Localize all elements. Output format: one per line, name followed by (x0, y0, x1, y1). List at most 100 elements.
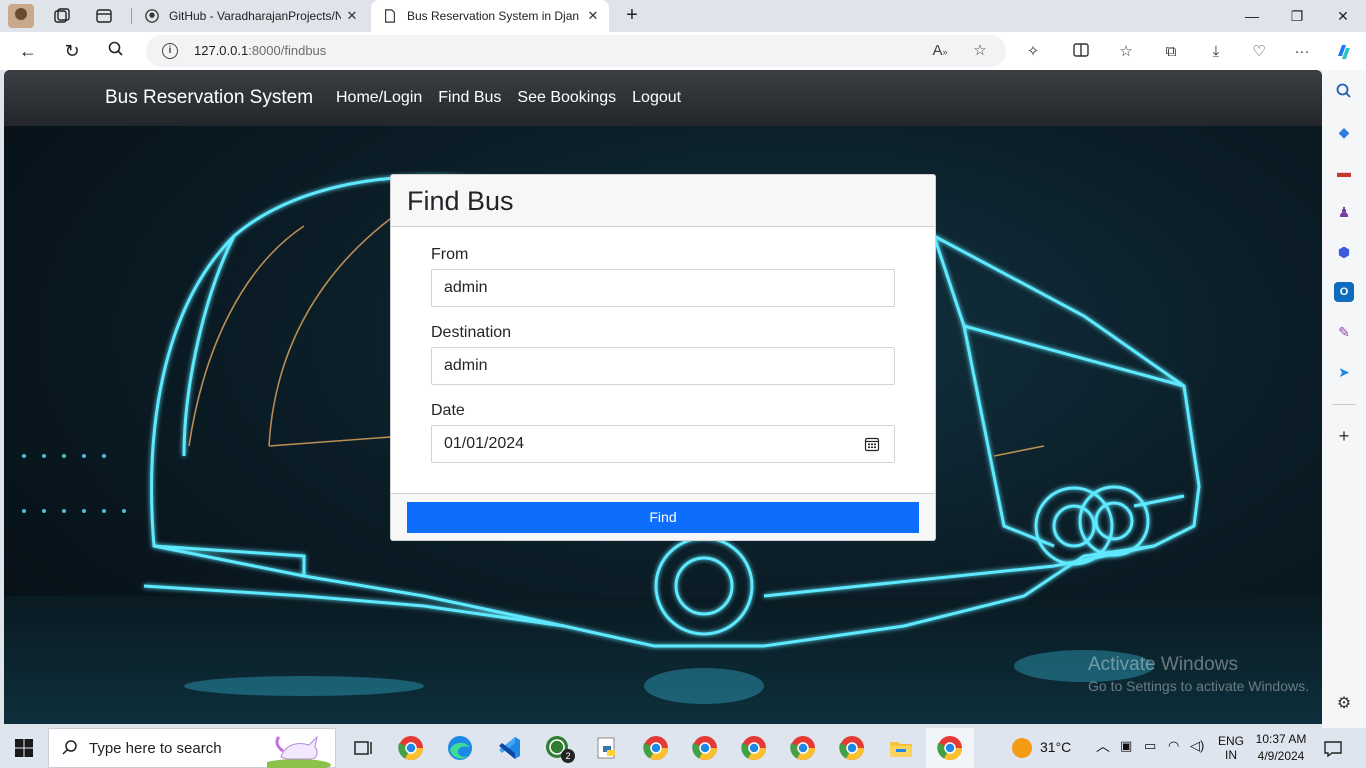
destination-label: Destination (431, 324, 512, 341)
more-menu-icon[interactable]: ··· (1291, 41, 1313, 63)
nav-see-bookings[interactable]: See Bookings (517, 89, 616, 107)
search-placeholder: Type here to search (89, 740, 222, 757)
edge-icon[interactable] (446, 734, 474, 762)
minimize-button[interactable]: — (1229, 0, 1275, 32)
destination-input[interactable]: admin (431, 347, 895, 385)
split-screen-icon[interactable] (1070, 41, 1092, 63)
vscode-icon[interactable] (495, 734, 523, 762)
tab-title: Bus Reservation System in Djang (407, 9, 579, 23)
windows-start-icon[interactable] (14, 738, 34, 758)
search-icon (61, 739, 79, 757)
battery-icon[interactable]: ▭ (1144, 739, 1156, 753)
language-indicator[interactable]: ENG IN (1216, 734, 1246, 762)
edge-sidebar: ◆ ▬ ♟ ⬢ O ✎ ➤ + ⚙ (1322, 70, 1366, 728)
url-field[interactable]: i 127.0.0.1:8000/findbus A» ☆ (146, 35, 1006, 67)
outlook-icon[interactable]: O (1334, 282, 1354, 302)
python-files-icon[interactable] (593, 734, 621, 762)
whatsapp-badge: 2 (561, 749, 575, 763)
date-input[interactable]: 01/01/2024 (431, 425, 895, 463)
watermark-subtitle: Go to Settings to activate Windows. (1088, 678, 1309, 694)
windows-taskbar: Type here to search 2 31°C ︿ ▣ ▭ ◠ ◁) EN… (0, 728, 1366, 768)
tray-device-icon[interactable]: ▣ (1120, 739, 1132, 753)
task-view-icon[interactable] (350, 734, 378, 762)
profile-avatar[interactable] (8, 4, 34, 28)
extensions-icon[interactable]: ✧ (1022, 41, 1044, 63)
file-explorer-icon[interactable] (887, 734, 915, 762)
close-window-button[interactable]: ✕ (1320, 0, 1366, 32)
notifications-icon[interactable] (1322, 738, 1344, 760)
site-navbar: Bus Reservation System Home/Login Find B… (4, 70, 1322, 126)
card-title: Find Bus (407, 186, 514, 216)
clock[interactable]: 10:37 AM 4/9/2024 (1252, 732, 1310, 763)
brand-link[interactable]: Bus Reservation System (105, 87, 313, 109)
activate-windows-watermark: Activate Windows Go to Settings to activ… (1088, 654, 1309, 694)
from-label: From (431, 246, 469, 263)
tab-actions-icon[interactable] (94, 6, 114, 26)
tab-separator (131, 8, 132, 24)
find-bus-card: Find Bus From admin Destination admin Da… (390, 174, 936, 541)
taskbar-search[interactable]: Type here to search (48, 728, 336, 768)
collections-icon[interactable]: ⧉ (1160, 41, 1182, 63)
tray-chevron-up-icon[interactable]: ︿ (1096, 739, 1110, 753)
add-sidebar-app-icon[interactable]: + (1334, 426, 1354, 446)
read-aloud-icon[interactable]: A» (930, 41, 950, 61)
chrome-icon[interactable] (397, 734, 425, 762)
wifi-icon[interactable]: ◠ (1168, 739, 1179, 753)
site-info-icon[interactable]: i (162, 43, 178, 59)
watermark-title: Activate Windows (1088, 654, 1238, 675)
send-icon[interactable]: ➤ (1334, 362, 1354, 382)
sidebar-settings-icon[interactable]: ⚙ (1334, 694, 1354, 714)
page-icon (385, 9, 395, 23)
from-field-group: From admin (431, 245, 895, 307)
nav-find-bus[interactable]: Find Bus (438, 89, 501, 107)
nav-logout[interactable]: Logout (632, 89, 681, 107)
whatsapp-icon[interactable]: 2 (544, 734, 575, 763)
close-tab-icon[interactable]: ✕ (585, 8, 601, 24)
card-footer: Find (391, 493, 935, 540)
search-highlight-unicorn-icon (267, 735, 331, 768)
language-top: ENG (1217, 734, 1244, 748)
tab-bus-reservation[interactable]: Bus Reservation System in Djang ✕ (371, 0, 609, 32)
nav-links: Home/Login Find Bus See Bookings Logout (336, 89, 681, 107)
sidebar-search-icon[interactable] (1334, 82, 1354, 102)
microsoft365-icon[interactable]: ⬢ (1334, 242, 1354, 262)
chrome-profile-2-icon[interactable] (642, 734, 670, 762)
language-bottom: IN (1225, 748, 1237, 762)
sidebar-divider (1332, 404, 1356, 405)
favorite-star-icon[interactable]: ☆ (970, 41, 990, 61)
date-label: Date (431, 402, 465, 419)
designer-icon[interactable]: ✎ (1334, 322, 1354, 342)
nav-home-login[interactable]: Home/Login (336, 89, 422, 107)
restore-button[interactable]: ❐ (1274, 0, 1320, 32)
copilot-icon[interactable] (1333, 41, 1355, 63)
favorites-icon[interactable]: ☆ (1115, 41, 1137, 63)
url-text: 127.0.0.1:8000/findbus (194, 43, 327, 58)
volume-icon[interactable]: ◁) (1190, 739, 1204, 753)
destination-field-group: Destination admin (431, 323, 895, 385)
chrome-profile-4-icon[interactable] (740, 734, 768, 762)
downloads-icon[interactable]: ⤓ (1205, 41, 1227, 63)
chrome-active-app-icon[interactable] (926, 728, 974, 768)
github-icon (145, 9, 159, 23)
workspaces-icon[interactable] (52, 6, 72, 26)
browser-tabstrip: GitHub - VaradharajanProjects/N ✕ Bus Re… (0, 0, 1366, 32)
tools-briefcase-icon[interactable]: ▬ (1334, 162, 1354, 182)
refresh-button[interactable]: ↻ (60, 40, 84, 64)
find-button[interactable]: Find (407, 502, 919, 533)
weather-temp[interactable]: 31°C (1040, 740, 1071, 754)
from-input[interactable]: admin (431, 269, 895, 307)
search-icon[interactable] (104, 40, 128, 64)
shopping-tag-icon[interactable]: ◆ (1334, 122, 1354, 142)
date-field-group: Date 01/01/2024 (431, 401, 895, 463)
games-icon[interactable]: ♟ (1334, 202, 1354, 222)
chrome-profile-3-icon[interactable] (691, 734, 719, 762)
weather-sun-icon[interactable] (1010, 736, 1034, 760)
tab-github[interactable]: GitHub - VaradharajanProjects/N ✕ (133, 0, 368, 32)
chrome-profile-6-icon[interactable] (838, 734, 866, 762)
new-tab-button[interactable]: + (620, 4, 644, 28)
back-button[interactable]: ← (16, 40, 40, 64)
performance-icon[interactable]: ♡ (1248, 41, 1270, 63)
chrome-profile-5-icon[interactable] (789, 734, 817, 762)
close-tab-icon[interactable]: ✕ (344, 8, 360, 24)
calendar-icon[interactable] (864, 436, 880, 452)
